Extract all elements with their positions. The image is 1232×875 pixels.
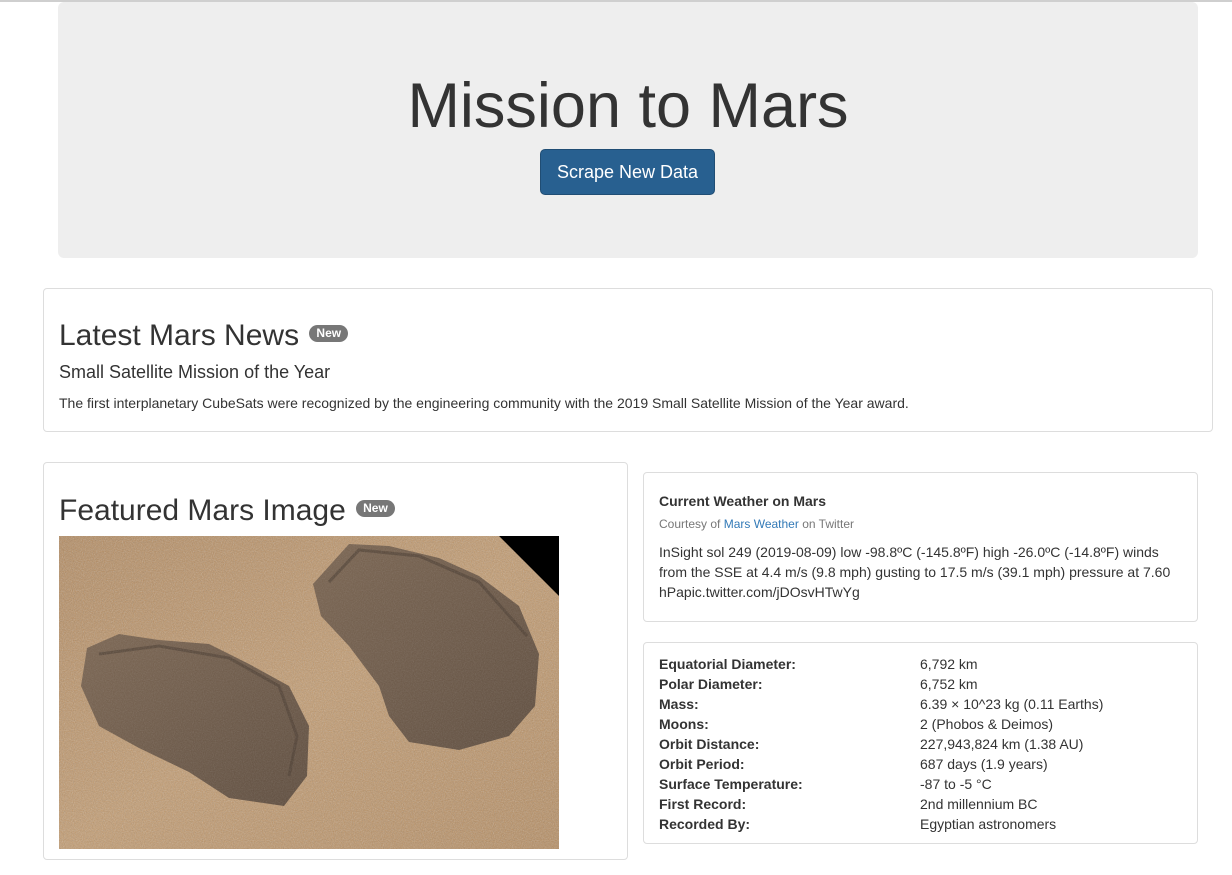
weather-credit-prefix: Courtesy of [659,517,721,531]
weather-credit-suffix: on Twitter [802,517,854,531]
latest-news-panel: Latest Mars News New Small Satellite Mis… [43,288,1213,432]
weather-tweet-text: InSight sol 249 (2019-08-09) low -98.8ºC… [659,544,1171,600]
table-row: Orbit Distance: 227,943,824 km (1.38 AU) [659,734,1103,754]
fact-label: Polar Diameter: [659,676,763,692]
table-row: Moons: 2 (Phobos & Deimos) [659,714,1103,734]
fact-label: Recorded By: [659,816,751,832]
fact-value: 227,943,824 km (1.38 AU) [920,736,1084,752]
table-row: First Record: 2nd millennium BC [659,794,1103,814]
mars-facts-table: Equatorial Diameter: 6,792 km Polar Diame… [659,654,1103,834]
scrape-new-data-button[interactable]: Scrape New Data [540,149,715,195]
fact-label: Orbit Distance: [659,736,760,752]
fact-label: Equatorial Diameter: [659,656,796,672]
table-row: Mass: 6.39 × 10^23 kg (0.11 Earths) [659,694,1103,714]
fact-value: -87 to -5 °C [920,776,992,792]
featured-image-new-badge: New [356,499,395,517]
fact-label: Surface Temperature: [659,776,803,792]
table-row: Orbit Period: 687 days (1.9 years) [659,754,1103,774]
table-row: Equatorial Diameter: 6,792 km [659,654,1103,674]
weather-heading: Current Weather on Mars [659,493,826,509]
mars-facts-panel: Equatorial Diameter: 6,792 km Polar Diame… [643,642,1198,844]
fact-value: 6,752 km [920,676,978,692]
fact-value: 6,792 km [920,656,978,672]
featured-image-title: Featured Mars Image New [59,493,395,529]
featured-image-title-text: Featured Mars Image [59,494,346,527]
fact-label: First Record: [659,796,747,812]
fact-label: Orbit Period: [659,756,745,772]
news-new-badge: New [309,324,349,342]
mars-weather-link[interactable]: Mars Weather [724,517,799,531]
page-title: Mission to Mars [407,71,849,141]
fact-label: Moons: [659,716,709,732]
table-row: Polar Diameter: 6,752 km [659,674,1103,694]
news-headline: Small Satellite Mission of the Year [59,362,331,382]
news-teaser: The first interplanetary CubeSats were r… [59,395,909,411]
table-row: Recorded By: Egyptian astronomers [659,814,1103,834]
fact-value: 687 days (1.9 years) [920,756,1048,772]
fact-value: Egyptian astronomers [920,816,1057,832]
fact-value: 2nd millennium BC [920,796,1038,812]
jumbotron: Mission to Mars Scrape New Data [58,2,1198,258]
news-section-title: Latest Mars News New [59,318,349,354]
featured-mars-image [59,536,559,849]
fact-label: Mass: [659,696,699,712]
weather-credit: Courtesy of Mars Weather on Twitter [659,517,854,531]
table-row: Surface Temperature: -87 to -5 °C [659,774,1103,794]
news-section-title-text: Latest Mars News [59,319,300,352]
fact-value: 2 (Phobos & Deimos) [920,716,1054,732]
fact-value: 6.39 × 10^23 kg (0.11 Earths) [920,696,1104,712]
featured-image-panel: Featured Mars Image New [43,462,628,860]
mars-weather-panel: Current Weather on Mars Courtesy of Mars… [643,472,1198,622]
